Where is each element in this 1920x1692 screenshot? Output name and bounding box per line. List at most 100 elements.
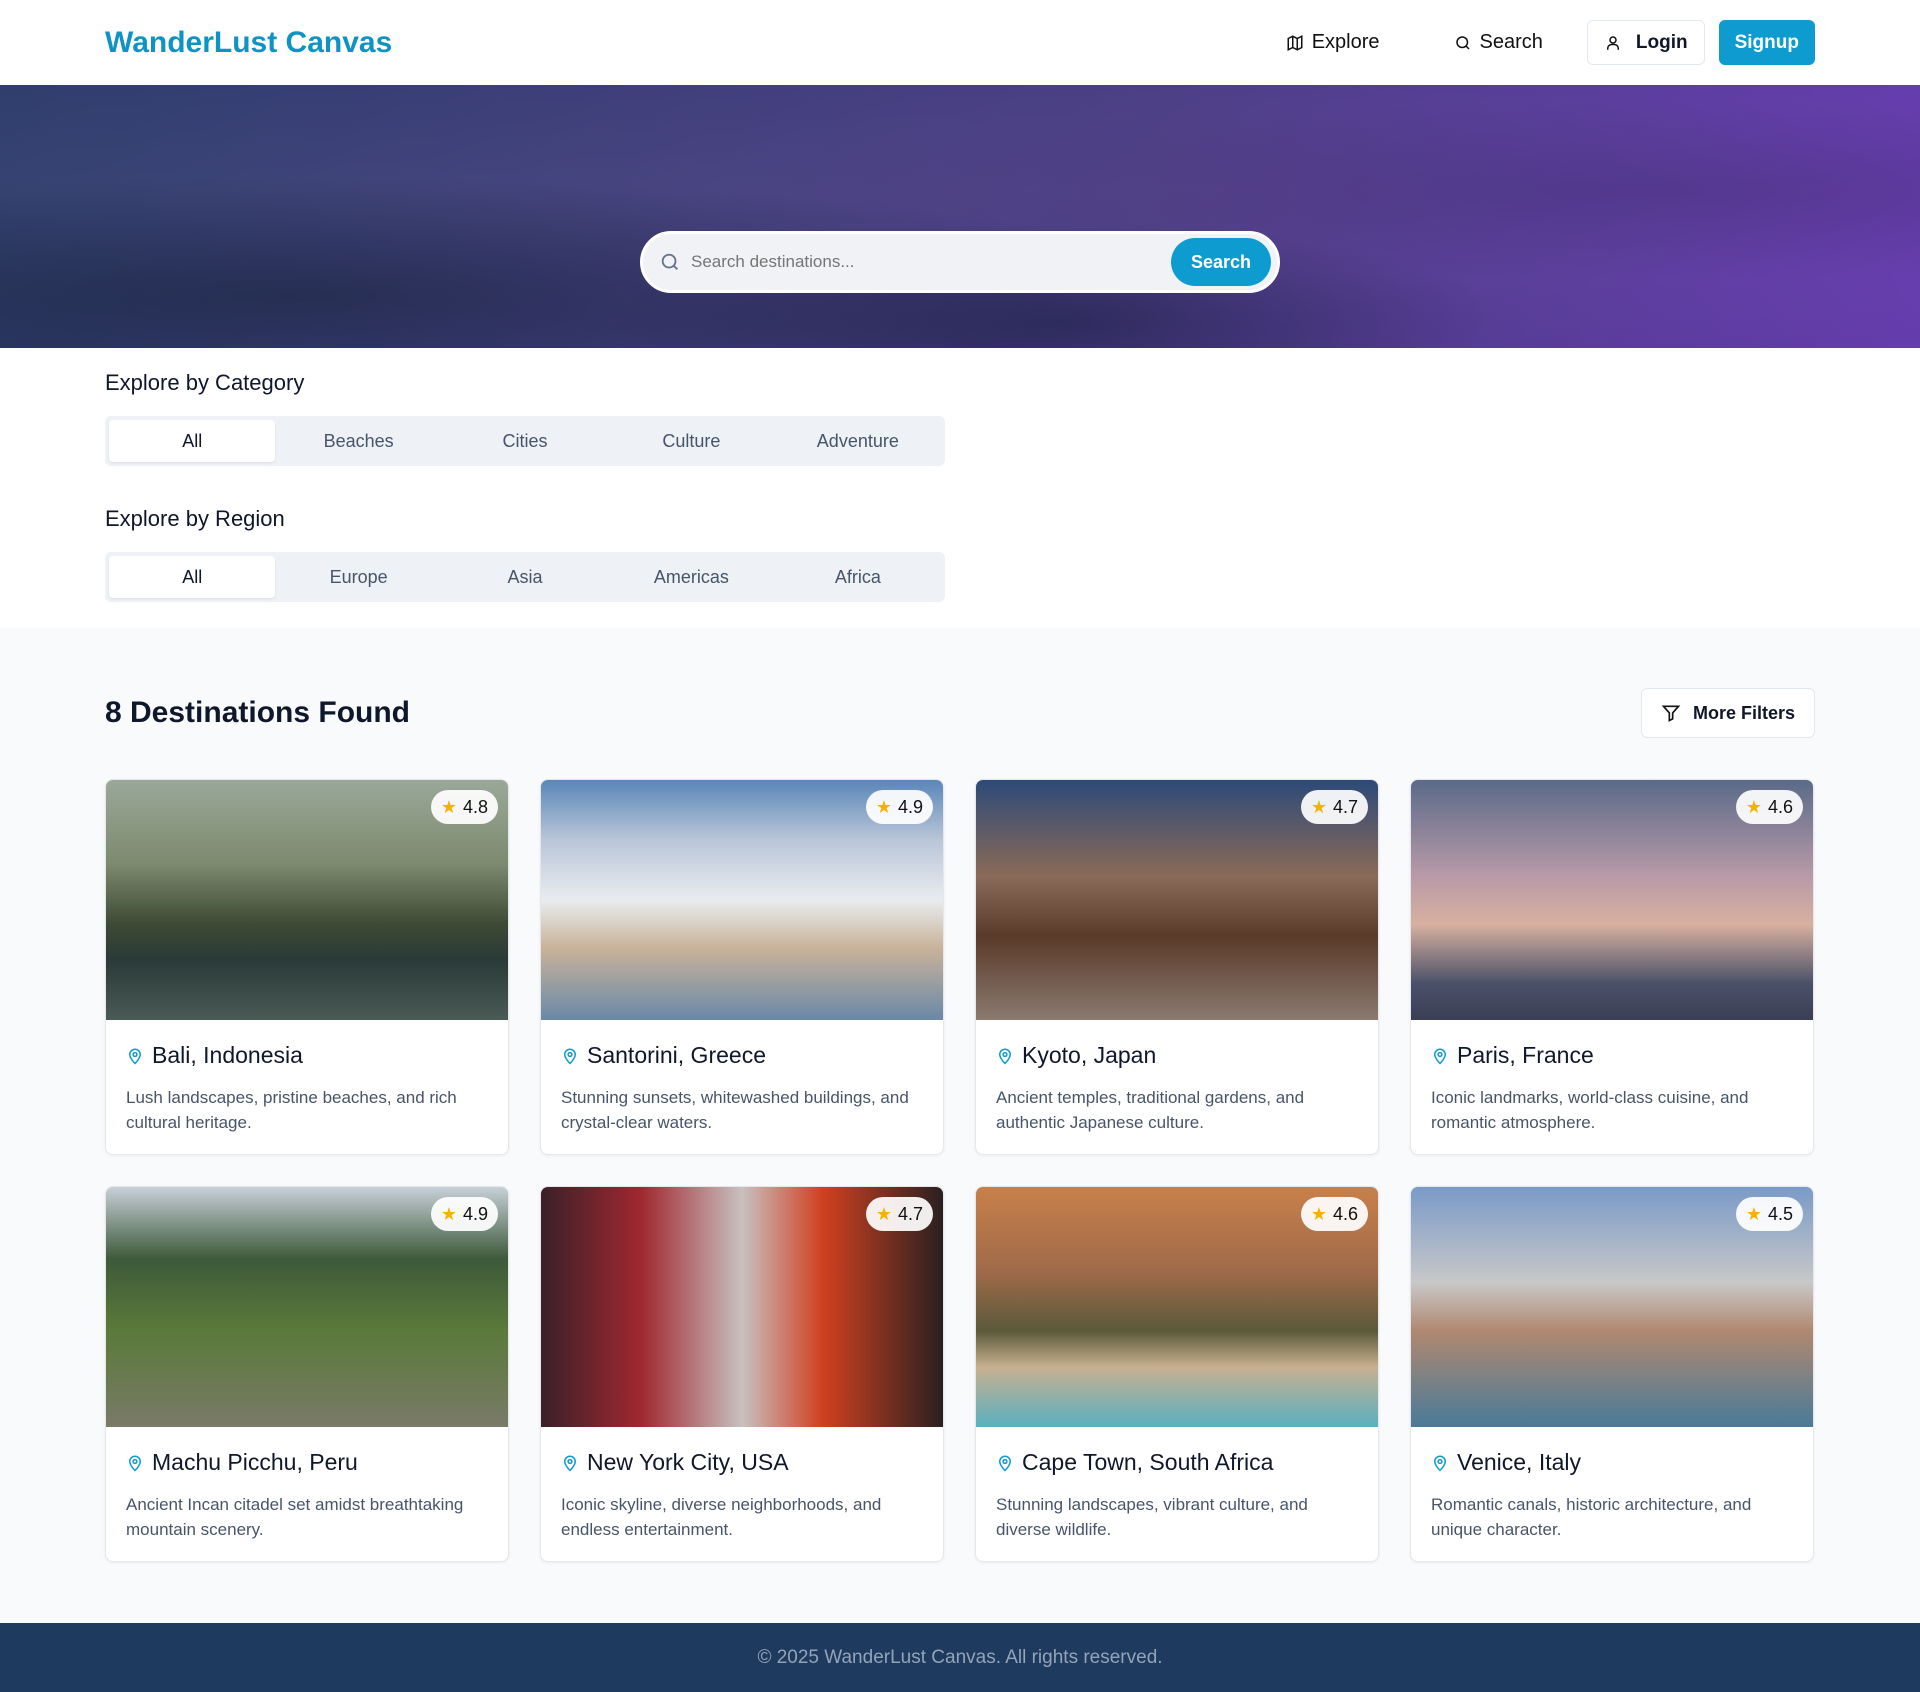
- nav-search[interactable]: Search: [1424, 31, 1573, 54]
- region-heading: Explore by Region: [105, 506, 285, 531]
- hero-search-button[interactable]: Search: [1170, 238, 1271, 286]
- destination-image: ★ 4.6: [1411, 780, 1813, 1020]
- rating-badge: ★ 4.9: [865, 790, 933, 824]
- hero-search-bar: Search: [640, 231, 1280, 293]
- category-tab-culture[interactable]: Culture: [608, 420, 774, 462]
- map-pin-icon: [1433, 1048, 1447, 1065]
- nav-explore[interactable]: Explore: [1256, 31, 1410, 54]
- nav: Explore Search Login Signup: [1256, 20, 1815, 65]
- destination-card[interactable]: ★ 4.7 Kyoto, Japan Ancient temples, tradi…: [975, 779, 1379, 1155]
- destination-card[interactable]: ★ 4.6 Cape Town, South Africa Stunning la…: [975, 1186, 1379, 1562]
- logo[interactable]: WanderLust Canvas: [105, 26, 392, 60]
- destination-card[interactable]: ★ 4.6 Paris, France Iconic landmarks, wor…: [1410, 779, 1814, 1155]
- destination-description: Iconic skyline, diverse neighborhoods, a…: [561, 1495, 882, 1539]
- rating-badge: ★ 4.5: [1735, 1197, 1803, 1231]
- star-icon: ★: [1310, 1203, 1327, 1224]
- filters-section: Explore by Category All Beaches Cities C…: [0, 348, 1920, 662]
- rating-badge: ★ 4.6: [1735, 790, 1803, 824]
- star-icon: ★: [875, 796, 892, 817]
- login-button[interactable]: Login: [1586, 20, 1705, 65]
- rating-value: 4.5: [1767, 1203, 1793, 1224]
- rating-value: 4.7: [1332, 796, 1358, 817]
- map-icon: [1287, 34, 1303, 51]
- category-tab-all[interactable]: All: [109, 420, 276, 462]
- destination-description: Ancient temples, traditional gardens, an…: [996, 1088, 1305, 1132]
- region-tab-all[interactable]: All: [109, 556, 276, 598]
- results-count: 8 Destinations Found: [105, 696, 411, 729]
- destination-search-input[interactable]: [691, 252, 1171, 272]
- star-icon: ★: [1745, 1203, 1762, 1224]
- rating-badge: ★ 4.7: [1300, 790, 1368, 824]
- destination-description: Stunning sunsets, whitewashed buildings,…: [561, 1088, 909, 1132]
- region-tabs: All Europe Asia Americas Africa: [105, 552, 945, 602]
- region-tab-asia[interactable]: Asia: [442, 556, 608, 598]
- category-heading: Explore by Category: [105, 370, 305, 395]
- region-tab-americas[interactable]: Americas: [608, 556, 774, 598]
- destination-name[interactable]: Cape Town, South Africa: [1022, 1449, 1273, 1476]
- rating-value: 4.6: [1767, 796, 1793, 817]
- map-pin-icon: [563, 1048, 577, 1065]
- destination-image: ★ 4.6: [976, 1187, 1378, 1427]
- star-icon: ★: [440, 1203, 457, 1224]
- star-icon: ★: [875, 1203, 892, 1224]
- destination-description: Ancient Incan citadel set amidst breatht…: [126, 1495, 464, 1539]
- map-pin-icon: [128, 1048, 142, 1065]
- map-pin-icon: [998, 1455, 1012, 1472]
- destination-name[interactable]: Venice, Italy: [1457, 1449, 1581, 1476]
- map-pin-icon: [1433, 1455, 1447, 1472]
- category-tab-adventure[interactable]: Adventure: [775, 420, 941, 462]
- destination-name[interactable]: New York City, USA: [587, 1449, 789, 1476]
- rating-value: 4.7: [897, 1203, 923, 1224]
- hero-banner: Explore Destinations Search: [0, 85, 1920, 348]
- destination-grid: ★ 4.8 Bali, Indonesia Lush landscapes, pr…: [105, 779, 1815, 1562]
- rating-value: 4.9: [462, 1203, 488, 1224]
- destination-image: ★ 4.9: [106, 1187, 508, 1427]
- rating-badge: ★ 4.9: [430, 1197, 498, 1231]
- nav-explore-label: Explore: [1311, 31, 1380, 53]
- destination-name[interactable]: Santorini, Greece: [587, 1042, 766, 1069]
- more-filters-button[interactable]: More Filters: [1640, 688, 1815, 738]
- destination-description: Lush landscapes, pristine beaches, and r…: [126, 1088, 457, 1132]
- destination-image: ★ 4.7: [541, 1187, 943, 1427]
- region-tab-africa[interactable]: Africa: [775, 556, 941, 598]
- category-tabs: All Beaches Cities Culture Adventure: [105, 416, 945, 466]
- destination-description: Iconic landmarks, world-class cuisine, a…: [1431, 1088, 1749, 1132]
- destination-card[interactable]: ★ 4.8 Bali, Indonesia Lush landscapes, pr…: [105, 779, 509, 1155]
- copyright: © 2025 WanderLust Canvas. All rights res…: [757, 1646, 1163, 1668]
- rating-value: 4.6: [1332, 1203, 1358, 1224]
- destination-description: Romantic canals, historic architecture, …: [1431, 1495, 1752, 1539]
- map-pin-icon: [128, 1455, 142, 1472]
- destination-image: ★ 4.8: [106, 780, 508, 1020]
- destination-name[interactable]: Bali, Indonesia: [152, 1042, 303, 1069]
- destination-card[interactable]: ★ 4.5 Venice, Italy Romantic canals, hist…: [1410, 1186, 1814, 1562]
- destination-image: ★ 4.7: [976, 780, 1378, 1020]
- destination-card[interactable]: ★ 4.7 New York City, USA Iconic skyline, …: [540, 1186, 944, 1562]
- destination-image: ★ 4.9: [541, 780, 943, 1020]
- nav-search-label: Search: [1479, 31, 1543, 53]
- footer: © 2025 WanderLust Canvas. All rights res…: [0, 1623, 1920, 1692]
- rating-badge: ★ 4.8: [430, 790, 498, 824]
- results-section: 8 Destinations Found More Filters ★ 4.8 B…: [0, 628, 1920, 1623]
- rating-value: 4.9: [897, 796, 923, 817]
- star-icon: ★: [440, 796, 457, 817]
- login-label: Login: [1635, 31, 1688, 53]
- signup-button[interactable]: Signup: [1718, 20, 1815, 65]
- category-tab-beaches[interactable]: Beaches: [275, 420, 441, 462]
- map-pin-icon: [563, 1455, 577, 1472]
- rating-badge: ★ 4.7: [865, 1197, 933, 1231]
- user-icon: [1606, 35, 1619, 50]
- search-icon: [661, 253, 678, 270]
- destination-name[interactable]: Machu Picchu, Peru: [152, 1449, 358, 1476]
- destination-card[interactable]: ★ 4.9 Machu Picchu, Peru Ancient Incan ci…: [105, 1186, 509, 1562]
- search-icon: [1455, 35, 1470, 50]
- destination-name[interactable]: Paris, France: [1457, 1042, 1594, 1069]
- destination-name[interactable]: Kyoto, Japan: [1022, 1042, 1156, 1069]
- destination-image: ★ 4.5: [1411, 1187, 1813, 1427]
- rating-value: 4.8: [462, 796, 488, 817]
- rating-badge: ★ 4.6: [1300, 1197, 1368, 1231]
- more-filters-label: More Filters: [1692, 702, 1795, 723]
- category-tab-cities[interactable]: Cities: [442, 420, 608, 462]
- region-tab-europe[interactable]: Europe: [275, 556, 441, 598]
- destination-card[interactable]: ★ 4.9 Santorini, Greece Stunning sunsets,…: [540, 779, 944, 1155]
- star-icon: ★: [1745, 796, 1762, 817]
